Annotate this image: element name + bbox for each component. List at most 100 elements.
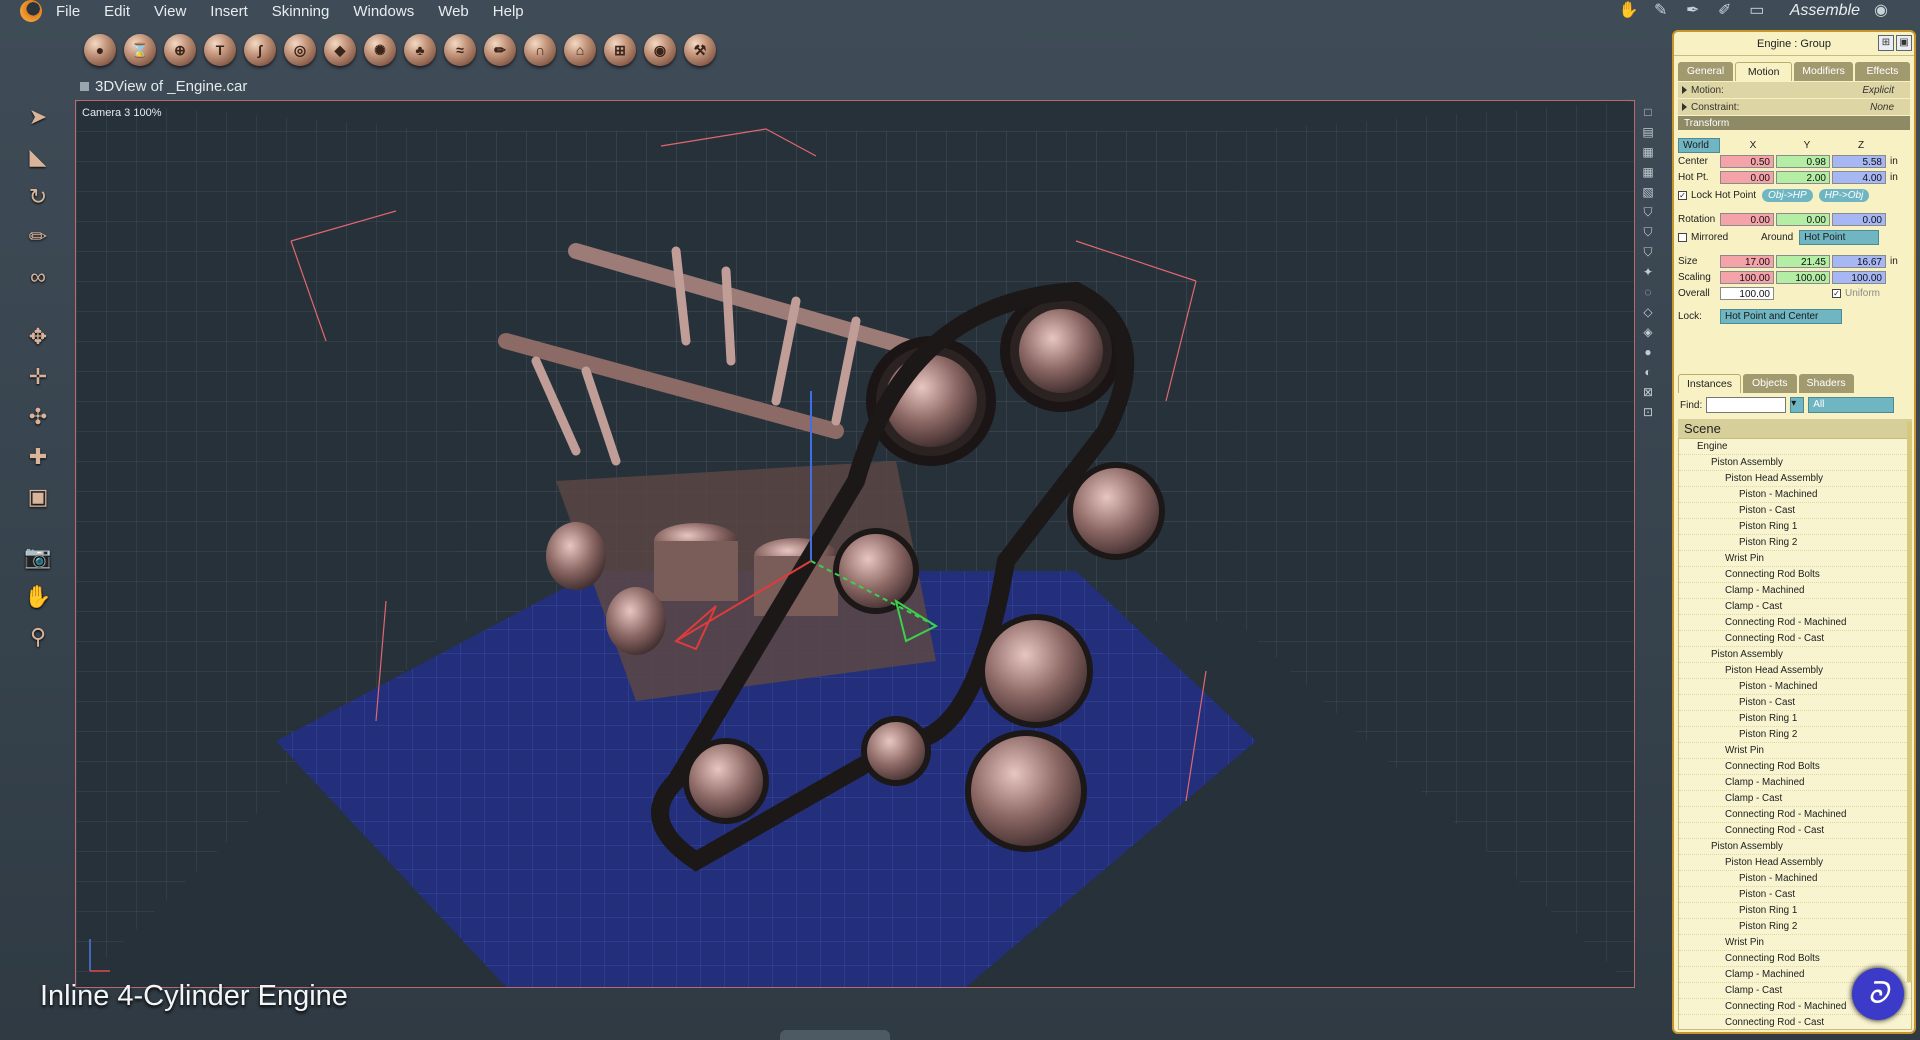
render-icon[interactable]: ◌ — [1641, 285, 1655, 299]
hotpoint-y-field[interactable]: 2.00 — [1776, 170, 1830, 184]
motion-row[interactable]: Motion: Explicit — [1678, 82, 1910, 98]
rotate-tool-icon[interactable]: ↻ — [21, 180, 55, 214]
eye-icon[interactable]: ◉ — [1870, 2, 1892, 20]
3d-viewport[interactable]: Camera 3 100% — [75, 100, 1635, 988]
scene-tree[interactable]: Engine Piston Assembly Piston Head Assembl… — [1678, 438, 1912, 1030]
shield-alt-view-icon[interactable]: ⛉ — [1641, 225, 1655, 239]
center-y-field[interactable]: 0.98 — [1776, 154, 1830, 168]
size-y-field[interactable]: 21.45 — [1776, 254, 1830, 268]
hotpoint-z-field[interactable]: 4.00 — [1832, 170, 1886, 184]
tree-item[interactable]: Clamp - Machined — [1679, 775, 1911, 791]
model-room-icon[interactable]: ✎ — [1650, 2, 1672, 20]
brush-room-icon[interactable]: ✐ — [1714, 2, 1736, 20]
size-z-field[interactable]: 16.67 — [1832, 254, 1886, 268]
menu-windows[interactable]: Windows — [353, 3, 414, 20]
menu-insert[interactable]: Insert — [210, 3, 248, 20]
tree-item[interactable]: Piston Ring 1 — [1679, 903, 1911, 919]
view-collapse-icon[interactable] — [80, 82, 89, 91]
menu-file[interactable]: File — [56, 3, 80, 20]
hand-pan-icon[interactable]: ✋ — [21, 580, 55, 614]
tab-motion[interactable]: Motion — [1735, 62, 1793, 81]
find-scope-dropdown[interactable]: All — [1808, 397, 1895, 413]
tree-item[interactable]: Connecting Rod - Machined — [1679, 807, 1911, 823]
scaling-x-field[interactable]: 100.00 — [1720, 270, 1774, 284]
grid-view-icon[interactable]: ▦ — [1641, 165, 1655, 179]
menu-help[interactable]: Help — [493, 3, 524, 20]
camera-icon[interactable]: 📷 — [21, 540, 55, 574]
tree-item[interactable]: Piston Head Assembly — [1679, 471, 1911, 487]
ruler-room-icon[interactable]: ▭ — [1746, 2, 1768, 20]
hotpoint-x-field[interactable]: 0.00 — [1720, 170, 1774, 184]
around-dropdown[interactable]: Hot Point — [1799, 229, 1880, 245]
zoom-fit-icon[interactable]: ⊡ — [1641, 405, 1655, 419]
menu-web[interactable]: Web — [438, 3, 469, 20]
tree-item[interactable]: Wrist Pin — [1679, 935, 1911, 951]
lock-hot-point-checkbox[interactable]: ✓ — [1678, 190, 1687, 200]
center-z-field[interactable]: 5.58 — [1832, 154, 1886, 168]
shield-third-view-icon[interactable]: ⛉ — [1641, 245, 1655, 259]
globe-tool-icon[interactable]: ⊕ — [164, 34, 196, 66]
tree-item[interactable]: Piston - Cast — [1679, 695, 1911, 711]
magnet-tool-icon[interactable]: ∩ — [524, 34, 556, 66]
find-options-icon[interactable]: ▾ — [1790, 397, 1805, 413]
find-input[interactable] — [1706, 397, 1787, 413]
tree-item[interactable]: Clamp - Machined — [1679, 583, 1911, 599]
tree-item[interactable]: Piston Ring 1 — [1679, 711, 1911, 727]
cube-icon[interactable]: ◇ — [1641, 305, 1655, 319]
wrench-tool-icon[interactable]: ⚒ — [684, 34, 716, 66]
panel-pin-icon[interactable]: ⊞ — [1878, 35, 1894, 51]
zoom-icon[interactable]: ⚲ — [21, 620, 55, 654]
tree-item[interactable]: Piston - Machined — [1679, 871, 1911, 887]
tree-item[interactable]: Connecting Rod - Cast — [1679, 631, 1911, 647]
pencil-tool-icon[interactable]: ✏ — [21, 220, 55, 254]
overall-field[interactable]: 100.00 — [1720, 286, 1774, 300]
panel-window-icon[interactable]: ▣ — [1896, 35, 1912, 51]
menu-view[interactable]: View — [154, 3, 186, 20]
constraint-row[interactable]: Constraint: None — [1678, 99, 1910, 115]
gear-tool-icon[interactable]: ✺ — [364, 34, 396, 66]
tree-item[interactable]: Engine — [1679, 439, 1911, 455]
fence-tool-icon[interactable]: ⊞ — [604, 34, 636, 66]
tree-item[interactable]: Piston Ring 2 — [1679, 535, 1911, 551]
camera-label[interactable]: Camera 3 100% — [82, 107, 162, 119]
app-logo-icon[interactable] — [20, 0, 42, 22]
tree-item[interactable]: Connecting Rod - Machined — [1679, 615, 1911, 631]
tree-item[interactable]: Piston Assembly — [1679, 839, 1911, 855]
menu-skinning[interactable]: Skinning — [272, 3, 330, 20]
tree-item[interactable]: Wrist Pin — [1679, 551, 1911, 567]
bottom-drawer-handle[interactable] — [780, 1030, 890, 1040]
size-x-field[interactable]: 17.00 — [1720, 254, 1774, 268]
tree-item[interactable]: Connecting Rod Bolts — [1679, 759, 1911, 775]
tree-item[interactable]: Clamp - Cast — [1679, 791, 1911, 807]
text-tool-icon[interactable]: T — [204, 34, 236, 66]
constraint-value[interactable]: None — [1870, 102, 1894, 113]
tree-item[interactable]: Connecting Rod Bolts — [1679, 951, 1911, 967]
tree-item[interactable]: Clamp - Cast — [1679, 599, 1911, 615]
tab-shaders[interactable]: Shaders — [1798, 374, 1854, 393]
tree-item[interactable]: Piston - Machined — [1679, 679, 1911, 695]
tree-scrollbar[interactable] — [1907, 422, 1912, 982]
single-view-icon[interactable]: □ — [1641, 105, 1655, 119]
sphere-shade-icon[interactable]: ● — [1641, 345, 1655, 359]
tree-item[interactable]: Piston Assembly — [1679, 455, 1911, 471]
box-tool-icon[interactable]: ▣ — [21, 480, 55, 514]
scaling-y-field[interactable]: 100.00 — [1776, 270, 1830, 284]
motion-value[interactable]: Explicit — [1862, 85, 1894, 96]
sketch-tool-icon[interactable]: ≈ — [444, 34, 476, 66]
scaling-z-field[interactable]: 100.00 — [1832, 270, 1886, 284]
shape-tool-icon[interactable]: ◆ — [324, 34, 356, 66]
layout-view-icon[interactable]: ▧ — [1641, 185, 1655, 199]
transform-header[interactable]: Transform — [1678, 116, 1910, 130]
tab-instances[interactable]: Instances — [1678, 374, 1741, 393]
hp-to-obj-button[interactable]: HP->Obj — [1818, 188, 1870, 202]
tree-item[interactable]: Piston - Cast — [1679, 503, 1911, 519]
mirrored-checkbox[interactable] — [1678, 232, 1687, 242]
move-tool-icon[interactable]: ✥ — [21, 320, 55, 354]
tree-tool-icon[interactable]: ♣ — [404, 34, 436, 66]
tree-item[interactable]: Wrist Pin — [1679, 743, 1911, 759]
eye-tool-icon[interactable]: ◎ — [284, 34, 316, 66]
tree-item[interactable]: Piston Assembly — [1679, 647, 1911, 663]
tree-item[interactable]: Piston Head Assembly — [1679, 663, 1911, 679]
tree-item[interactable]: Piston Ring 2 — [1679, 919, 1911, 935]
box-shade-icon[interactable]: ◈ — [1641, 325, 1655, 339]
